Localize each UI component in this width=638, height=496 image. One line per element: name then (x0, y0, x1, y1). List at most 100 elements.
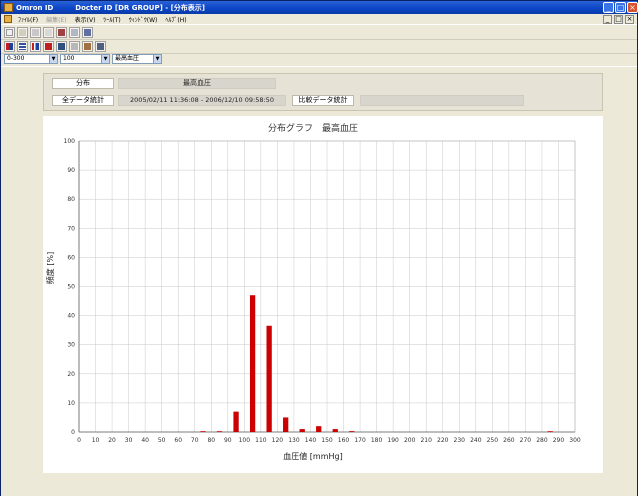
distribution-bar (547, 431, 553, 432)
blank-icon[interactable] (69, 41, 80, 52)
menu-edit[interactable]: 編集(E) (42, 15, 70, 24)
window-title: Omron ID Docter ID [DR GROUP] - [分布表示] (16, 3, 205, 12)
distribution-bar (233, 411, 239, 432)
x-tick-label: 80 (207, 437, 215, 444)
distribution-bar (266, 325, 272, 432)
all-data-stats-value: 2005/02/11 11:36:08 - 2006/12/10 09:58:5… (118, 95, 286, 106)
x-tick-label: 290 (553, 437, 565, 444)
maximize-button[interactable]: □ (615, 2, 626, 13)
menu-window[interactable]: ｳｨﾝﾄﾞｳ(W) (125, 15, 162, 24)
step-select[interactable]: 100 ▼ (60, 54, 110, 64)
distribution-icon[interactable] (43, 41, 54, 52)
all-data-stats-label: 全データ統計 (52, 95, 114, 106)
y-tick-label: 20 (67, 371, 75, 378)
menu-file[interactable]: ﾌｧｲﾙ(F) (14, 15, 42, 24)
search-icon[interactable] (82, 41, 93, 52)
chevron-down-icon[interactable]: ▼ (101, 55, 109, 63)
item-select[interactable]: 最高血圧 ▼ (112, 54, 162, 64)
list-icon[interactable] (17, 41, 28, 52)
y-tick-label: 40 (67, 313, 75, 320)
x-tick-label: 60 (174, 437, 182, 444)
distribution-bar (316, 426, 322, 432)
x-tick-label: 50 (158, 437, 166, 444)
distribution-chart: 分布グラフ 最高血圧 血圧値 [mmHg] 頻度 [%] 0 10 20 30 40 50… (45, 122, 581, 461)
distribution-view: 分布 最高血圧 全データ統計 2005/02/11 11:36:08 - 200… (1, 66, 637, 496)
distribution-bar (216, 431, 223, 432)
distribution-bar (249, 295, 256, 432)
preview-icon[interactable] (69, 27, 80, 38)
menu-tools[interactable]: ﾂｰﾙ(T) (99, 15, 124, 24)
new-icon[interactable] (4, 27, 15, 38)
chart-title: 分布グラフ 最高血圧 (268, 122, 358, 134)
settings-icon[interactable] (95, 41, 106, 52)
print-icon[interactable] (56, 27, 67, 38)
mdi-close-button[interactable]: × (625, 15, 634, 24)
x-tick-label: 10 (92, 437, 100, 444)
close-button[interactable]: × (627, 2, 638, 13)
x-tick-label: 300 (569, 437, 581, 444)
y-tick-label: 30 (67, 342, 75, 349)
bar-chart-icon[interactable] (30, 41, 41, 52)
y-tick-label: 60 (67, 254, 75, 261)
distribution-bar (349, 431, 355, 432)
y-tick-label: 90 (67, 167, 75, 174)
save-icon[interactable] (30, 27, 41, 38)
distribution-bar (299, 429, 305, 432)
y-tick-label: 10 (67, 400, 75, 407)
x-tick-label: 130 (288, 437, 300, 444)
info-panel: 分布 最高血圧 全データ統計 2005/02/11 11:36:08 - 200… (43, 73, 603, 111)
document-icon (4, 15, 12, 23)
x-tick-label: 0 (77, 437, 81, 444)
delete-icon[interactable] (43, 27, 54, 38)
x-tick-label: 220 (437, 437, 449, 444)
x-tick-label: 180 (371, 437, 383, 444)
mdi-minimize-button[interactable]: _ (603, 15, 612, 24)
x-tick-label: 270 (520, 437, 532, 444)
x-tick-label: 30 (125, 437, 133, 444)
x-tick-label: 120 (272, 437, 284, 444)
mdi-restore-button[interactable]: □ (614, 15, 623, 24)
toolbar-main (1, 26, 637, 40)
y-axis-label: 頻度 [%] (45, 252, 55, 284)
x-tick-label: 20 (108, 437, 116, 444)
app-icon (4, 3, 13, 12)
x-tick-label: 170 (354, 437, 366, 444)
x-tick-label: 70 (191, 437, 199, 444)
x-tick-label: 190 (387, 437, 399, 444)
x-tick-label: 140 (305, 437, 317, 444)
x-tick-label: 210 (420, 437, 432, 444)
chart-panel: 分布グラフ 最高血圧 血圧値 [mmHg] 頻度 [%] 0 10 20 30 40 50… (43, 116, 603, 473)
chevron-down-icon[interactable]: ▼ (49, 55, 57, 63)
x-tick-label: 280 (536, 437, 548, 444)
title-bar[interactable]: Omron ID Docter ID [DR GROUP] - [分布表示] _… (1, 1, 638, 14)
table-icon[interactable] (56, 41, 67, 52)
x-tick-label: 110 (255, 437, 267, 444)
menu-help[interactable]: ﾍﾙﾌﾟ(H) (161, 15, 190, 24)
menu-view[interactable]: 表示(V) (71, 15, 100, 24)
x-tick-label: 90 (224, 437, 232, 444)
x-tick-label: 230 (454, 437, 466, 444)
x-tick-label: 250 (487, 437, 499, 444)
open-icon[interactable] (17, 27, 28, 38)
minimize-button[interactable]: _ (603, 2, 614, 13)
y-tick-label: 0 (71, 429, 75, 436)
compare-data-stats-value (360, 95, 524, 106)
y-tick-label: 70 (67, 225, 75, 232)
users-icon[interactable] (82, 27, 93, 38)
distribution-bar (200, 431, 206, 432)
item-value: 最高血圧 (115, 55, 140, 62)
x-tick-label: 40 (141, 437, 149, 444)
range-select[interactable]: 0-300 ▼ (4, 54, 58, 64)
toolbar-views (1, 40, 637, 54)
chevron-down-icon[interactable]: ▼ (153, 55, 161, 63)
graph-icon[interactable] (4, 41, 15, 52)
distribution-label: 分布 (52, 78, 114, 89)
y-tick-label: 50 (67, 284, 75, 291)
menu-bar: ﾌｧｲﾙ(F) 編集(E) 表示(V) ﾂｰﾙ(T) ｳｨﾝﾄﾞｳ(W) ﾍﾙﾌ… (1, 14, 637, 25)
x-tick-label: 260 (503, 437, 515, 444)
filter-bar: 0-300 ▼ 100 ▼ 最高血圧 ▼ (1, 53, 637, 65)
distribution-bar (332, 429, 338, 432)
distribution-value: 最高血圧 (118, 78, 276, 89)
y-tick-label: 100 (64, 138, 76, 145)
y-tick-label: 80 (67, 196, 75, 203)
